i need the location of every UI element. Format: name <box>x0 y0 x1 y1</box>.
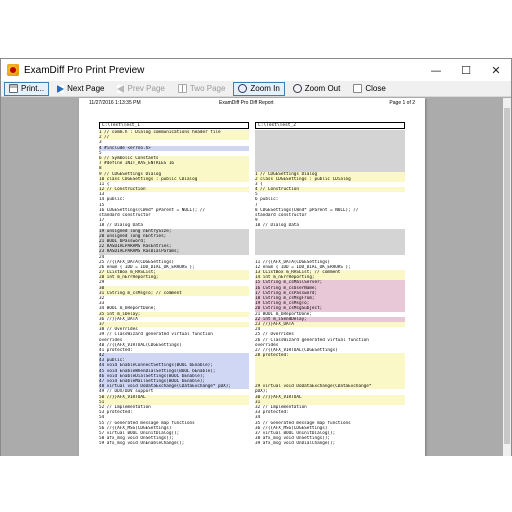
window-title: ExamDiff Pro Print Preview <box>24 64 145 76</box>
close-preview-button[interactable]: Close <box>348 82 390 96</box>
left-lines: 1 // comm.h : Dialog communications head… <box>99 130 249 446</box>
title-bar: ExamDiff Pro Print Preview — ☐ ✕ <box>1 59 511 81</box>
printer-icon <box>9 84 18 93</box>
right-lines: 1 // CDGESettings Dialog 2 class CDGESett… <box>255 130 405 446</box>
preview-toolbar: Print... Next Page Prev Page Two Page Zo… <box>1 81 511 97</box>
left-file-column: C:\Test\Test_1 1 // comm.h : Dialog comm… <box>99 122 249 446</box>
zoom-in-icon <box>238 84 248 93</box>
right-code-line: 39 afx_msg void OnDialChange(); <box>255 441 336 447</box>
right-file-column: C:\Test\Test_2 1 // CDGESettings Dialog 2… <box>255 122 405 446</box>
scrollbar-thumb[interactable] <box>504 108 510 444</box>
prev-page-button[interactable]: Prev Page <box>112 82 169 96</box>
left-file-header: C:\Test\Test_1 <box>99 122 249 129</box>
report-date: 11/27/2016 1:13:35 PM <box>89 100 141 106</box>
close-preview-label: Close <box>365 84 386 93</box>
two-page-icon <box>177 84 187 93</box>
close-doc-icon <box>353 84 363 93</box>
two-page-button[interactable]: Two Page <box>173 82 231 96</box>
prev-arrow-icon <box>117 84 125 93</box>
right-file-header: C:\Test\Test_2 <box>255 122 405 129</box>
left-code-line: 59 afx_msg void OnEnableChange(); <box>99 441 185 447</box>
vertical-scrollbar[interactable] <box>503 98 511 456</box>
report-page: 11/27/2016 1:13:35 PM ExamDiff Pro Diff … <box>79 98 425 456</box>
prev-page-label: Prev Page <box>127 84 165 93</box>
print-preview-window: ExamDiff Pro Print Preview — ☐ ✕ Print..… <box>0 58 512 456</box>
zoom-in-button[interactable]: Zoom In <box>233 81 285 96</box>
print-button[interactable]: Print... <box>4 81 50 96</box>
zoom-out-icon <box>292 84 302 93</box>
zoom-out-label: Zoom Out <box>304 84 341 93</box>
report-title: ExamDiff Pro Diff Report <box>219 100 274 106</box>
next-page-label: Next Page <box>67 84 105 93</box>
next-arrow-icon <box>57 84 65 93</box>
next-page-button[interactable]: Next Page <box>52 82 109 96</box>
zoom-out-button[interactable]: Zoom Out <box>288 82 346 96</box>
print-button-label: Print... <box>21 84 45 93</box>
zoom-in-label: Zoom In <box>250 84 280 93</box>
two-page-label: Two Page <box>189 84 226 93</box>
examdiff-app-icon <box>7 64 19 76</box>
maximize-button[interactable]: ☐ <box>451 59 481 81</box>
preview-canvas[interactable]: 11/27/2016 1:13:35 PM ExamDiff Pro Diff … <box>1 98 503 456</box>
page-number: Page 1 of 2 <box>389 100 415 106</box>
minimize-button[interactable]: — <box>421 59 451 81</box>
close-window-button[interactable]: ✕ <box>481 59 511 81</box>
